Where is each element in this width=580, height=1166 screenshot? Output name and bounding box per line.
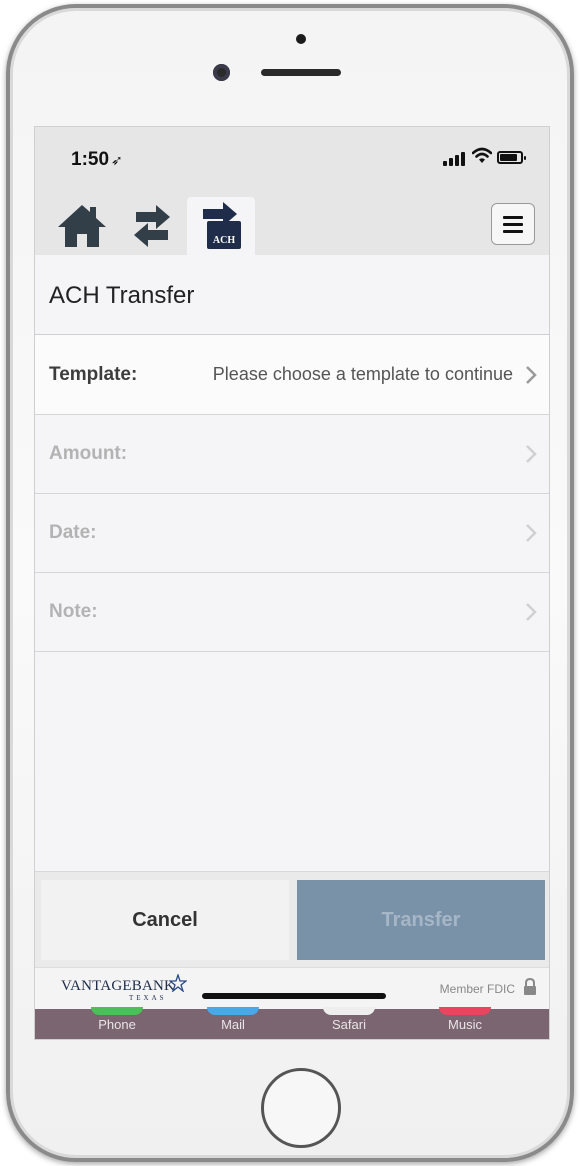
app-toolbar: ACH [35,189,549,255]
hamburger-menu-button[interactable] [491,203,535,245]
template-row[interactable]: Template: Please choose a template to co… [35,335,549,415]
home-tab[interactable] [55,197,109,255]
fdic-label: Member FDIC [439,982,515,996]
menu-line [503,229,523,233]
bank-name: VANTAGEBANK [61,978,176,994]
dock-music[interactable]: Music [435,1007,495,1032]
star-icon [169,974,187,992]
date-row[interactable]: Date: [35,493,549,573]
page-title: ACH Transfer [49,282,195,309]
menu-line [503,215,523,219]
dock-phone[interactable]: Phone [87,1007,147,1032]
template-value: Please choose a template to continue [212,364,513,384]
chevron-right-icon [526,366,537,384]
battery-icon [497,151,526,164]
chevron-right-icon [526,524,537,542]
home-indicator[interactable] [202,993,386,999]
note-label: Note: [49,600,98,622]
app-screen: 1:50 ➶ ACH ACH Transfer Template: Please… [34,126,550,1040]
ios-dock: Phone Mail Safari Music [35,1007,549,1039]
cancel-button[interactable]: Cancel [41,880,289,960]
home-icon [58,205,106,247]
lock-icon [524,978,536,995]
earpiece-speaker [261,69,341,76]
note-row[interactable]: Note: [35,572,549,652]
ach-tab[interactable]: ACH [187,197,255,255]
dock-mail[interactable]: Mail [203,1007,263,1032]
transfer-button[interactable]: Transfer [297,880,545,960]
camera-dot [296,34,306,44]
status-time: 1:50 ➶ [71,149,123,171]
amount-label: Amount: [49,442,128,464]
cellular-signal-icon [443,152,465,166]
front-camera [213,64,230,81]
status-time-text: 1:50 [71,149,110,170]
chevron-right-icon [526,603,537,621]
dock-safari[interactable]: Safari [319,1007,379,1032]
status-bar: 1:50 ➶ [35,127,549,189]
chevron-right-icon [526,445,537,463]
location-arrow-icon: ➶ [111,152,123,168]
action-bar: Cancel Transfer [35,871,549,967]
amount-row[interactable]: Amount: [35,414,549,494]
bank-state: TEXAS [129,994,167,1002]
transfer-tab[interactable] [127,197,177,255]
ach-icon: ACH [203,202,241,249]
date-label: Date: [49,521,97,543]
transfer-arrows-icon [134,205,170,247]
ach-badge: ACH [213,235,235,246]
bank-logo: VANTAGEBANK TEXAS [61,974,187,1002]
home-button[interactable] [261,1068,341,1148]
app-footer: VANTAGEBANK TEXAS Member FDIC [35,967,549,1009]
template-label: Template: [49,363,138,385]
wifi-icon [472,147,492,163]
menu-line [503,222,523,226]
